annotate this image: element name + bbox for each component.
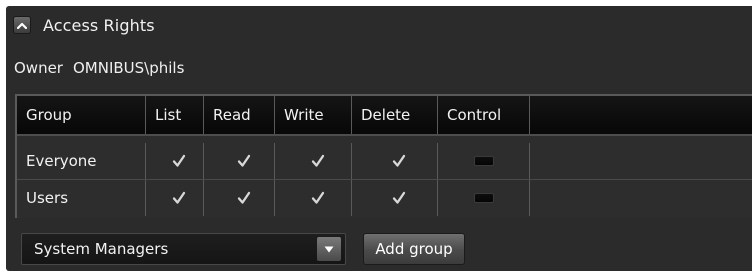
checkmark-icon (172, 191, 186, 204)
checkmark-icon (392, 191, 406, 204)
control-checkbox-cell (438, 143, 530, 179)
delete-checkbox[interactable] (382, 191, 407, 206)
group-select-value: System Managers (34, 240, 169, 258)
write-checkbox[interactable] (301, 154, 326, 169)
control-checkbox[interactable] (473, 193, 494, 203)
checkmark-icon (237, 154, 250, 167)
column-header-write[interactable]: Write (275, 96, 352, 134)
checkmark-icon (172, 154, 186, 167)
list-checkbox-cell (146, 143, 204, 179)
group-select[interactable]: System Managers (21, 233, 346, 265)
row-group-name: Everyone (17, 143, 146, 179)
column-header-list[interactable]: List (146, 96, 204, 134)
column-header-control[interactable]: Control (438, 96, 530, 134)
checkmark-icon (311, 154, 324, 167)
write-checkbox[interactable] (301, 191, 326, 206)
collapse-button[interactable] (13, 16, 31, 34)
list-checkbox[interactable] (162, 154, 187, 169)
list-checkbox-cell (146, 180, 204, 216)
read-checkbox[interactable] (227, 154, 252, 169)
delete-checkbox-cell (352, 143, 438, 179)
column-header-read[interactable]: Read (204, 96, 275, 134)
control-checkbox[interactable] (473, 156, 494, 166)
chevron-up-icon (17, 22, 27, 29)
access-rights-header: Access Rights (13, 12, 155, 38)
read-checkbox-cell (204, 180, 275, 216)
table-header: Group List Read Write Delete Control (17, 96, 752, 136)
column-header-group[interactable]: Group (17, 96, 146, 134)
checkmark-icon (237, 191, 250, 204)
read-checkbox-cell (204, 143, 275, 179)
add-group-button[interactable]: Add group (363, 233, 465, 265)
write-checkbox-cell (275, 143, 352, 179)
write-checkbox-cell (275, 180, 352, 216)
checkmark-icon (392, 154, 406, 167)
table-row[interactable]: Everyone (17, 143, 752, 179)
owner-label: Owner (14, 59, 63, 77)
owner-value: OMNIBUS\phils (72, 59, 185, 77)
delete-checkbox-cell (352, 180, 438, 216)
access-rights-table: Group List Read Write Delete Control Eve… (15, 94, 752, 218)
delete-checkbox[interactable] (382, 154, 407, 169)
list-checkbox[interactable] (162, 191, 187, 206)
read-checkbox[interactable] (227, 191, 252, 206)
section-title: Access Rights (43, 15, 155, 35)
table-row[interactable]: Users (17, 180, 752, 216)
column-header-delete[interactable]: Delete (352, 96, 438, 134)
owner-row: Owner OMNIBUS\phils (14, 59, 184, 77)
chevron-down-icon[interactable] (317, 237, 341, 261)
control-checkbox-cell (438, 180, 530, 216)
row-group-name: Users (17, 180, 146, 216)
checkmark-icon (311, 191, 324, 204)
